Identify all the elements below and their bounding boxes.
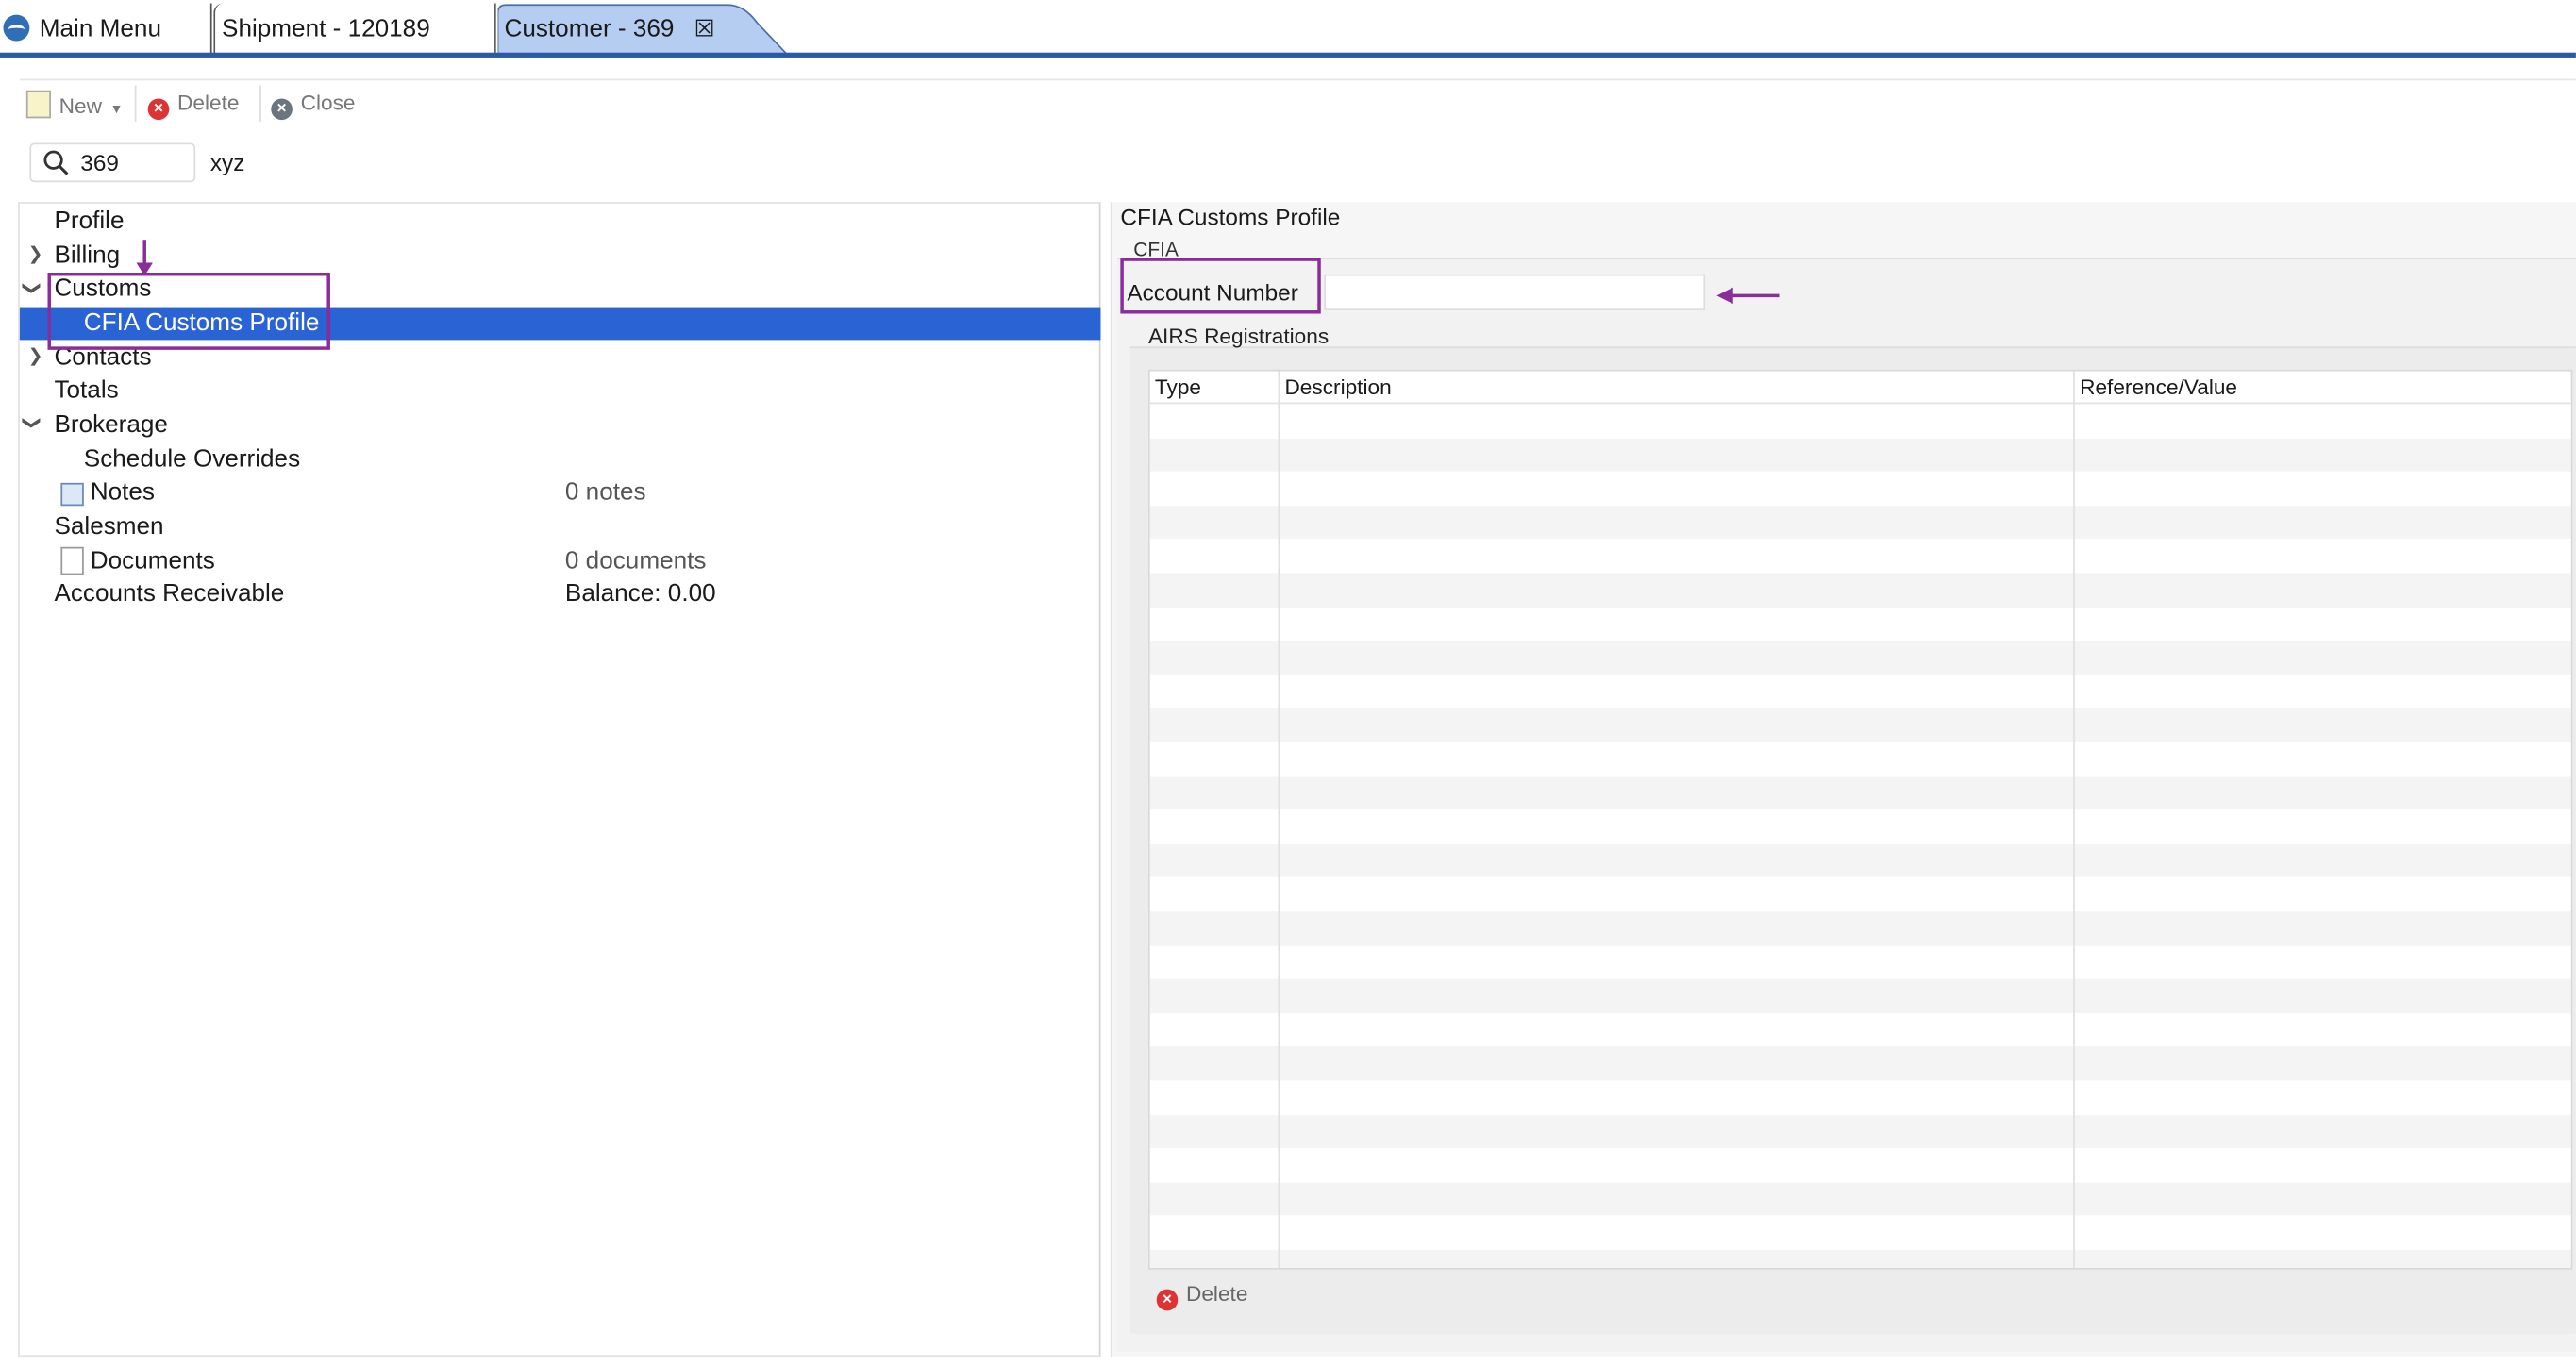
table-row[interactable] xyxy=(1149,607,2571,642)
toolbar-separator xyxy=(134,85,137,122)
tab-label: Main Menu xyxy=(39,14,161,43)
toolbar xyxy=(19,78,2576,126)
table-row[interactable] xyxy=(1149,1148,2571,1183)
delete-button[interactable]: × Delete xyxy=(147,90,240,121)
table-row[interactable] xyxy=(1149,843,2571,879)
table-row[interactable] xyxy=(1149,978,2571,1014)
table-row[interactable] xyxy=(1149,1249,2571,1269)
table-row[interactable] xyxy=(1149,471,2571,507)
notes-icon xyxy=(60,482,84,507)
column-header-type[interactable]: Type xyxy=(1149,371,1280,405)
airs-registrations-table[interactable]: Type Description Reference/Value xyxy=(1147,369,2573,1270)
documents-count: 0 documents xyxy=(564,546,707,575)
column-header-description[interactable]: Description xyxy=(1280,371,2075,405)
tree-item-documents[interactable]: Documents xyxy=(91,545,215,578)
table-row[interactable] xyxy=(1149,1012,2571,1048)
table-row[interactable] xyxy=(1149,945,2571,980)
notes-count: 0 notes xyxy=(564,477,646,507)
app-logo-icon xyxy=(3,14,30,42)
table-row[interactable] xyxy=(1149,641,2571,675)
table-row[interactable] xyxy=(1149,1046,2571,1082)
column-divider xyxy=(2073,371,2075,1269)
delete-icon: × xyxy=(147,98,170,121)
chevron-down-icon[interactable]: ❯ xyxy=(22,281,43,296)
ar-balance: Balance: 0.00 xyxy=(564,579,716,608)
tab-underline xyxy=(0,52,2576,58)
detail-title: CFIA Customs Profile xyxy=(1120,203,1341,230)
tree-item-brokerage[interactable]: Brokerage xyxy=(54,409,168,442)
table-row[interactable] xyxy=(1149,404,2571,439)
annotation-arrowhead xyxy=(136,262,153,276)
new-label: New xyxy=(59,93,102,119)
chevron-right-icon[interactable]: ❯ xyxy=(28,345,43,366)
chevron-right-icon[interactable]: ❯ xyxy=(28,243,43,264)
table-row[interactable] xyxy=(1149,573,2571,608)
tree-item-totals[interactable]: Totals xyxy=(54,375,118,408)
table-row[interactable] xyxy=(1149,741,2571,777)
search-icon xyxy=(43,150,69,175)
tab-shipment[interactable]: Shipment - 120189 xyxy=(213,3,496,55)
table-row[interactable] xyxy=(1149,809,2571,845)
annotation-arrowhead xyxy=(1716,287,1733,305)
annotation-arrow xyxy=(1731,293,1780,298)
tree-item-schedule-overrides[interactable]: Schedule Overrides xyxy=(84,443,300,476)
navigation-tree xyxy=(18,202,1101,1358)
document-icon xyxy=(60,546,84,575)
table-row[interactable] xyxy=(1149,911,2571,946)
column-header-reference-value[interactable]: Reference/Value xyxy=(2074,371,2571,405)
new-document-icon xyxy=(25,90,51,119)
close-label: Close xyxy=(300,90,356,115)
table-row[interactable] xyxy=(1149,708,2571,743)
toolbar-separator xyxy=(259,85,261,122)
tree-item-salesmen[interactable]: Salesmen xyxy=(54,510,163,543)
airs-delete-button[interactable]: × Delete xyxy=(1156,1280,1248,1311)
tree-item-billing[interactable]: Billing xyxy=(54,240,120,273)
tree-item-notes[interactable]: Notes xyxy=(91,476,155,509)
tab-customer[interactable]: Customer - 369 ☒ xyxy=(498,3,794,54)
table-row[interactable] xyxy=(1149,438,2571,473)
chevron-down-icon[interactable]: ❯ xyxy=(22,415,43,430)
airs-registrations-title: AIRS Registrations xyxy=(1147,323,1330,349)
annotation-box xyxy=(47,273,330,350)
tab-main-menu[interactable]: Main Menu xyxy=(0,3,212,55)
account-number-field[interactable] xyxy=(1324,274,1706,311)
table-row[interactable] xyxy=(1149,775,2571,811)
tab-label: Customer - 369 xyxy=(504,14,675,43)
dropdown-arrow-icon[interactable]: ▼ xyxy=(110,102,124,117)
column-divider xyxy=(1278,371,1280,1269)
tab-label: Shipment - 120189 xyxy=(222,14,430,43)
delete-icon: × xyxy=(1156,1289,1179,1311)
table-row[interactable] xyxy=(1149,505,2571,541)
table-row[interactable] xyxy=(1149,1114,2571,1149)
annotation-box xyxy=(1120,258,1321,314)
delete-label: Delete xyxy=(1186,1280,1248,1307)
table-row[interactable] xyxy=(1149,877,2571,912)
table-row[interactable] xyxy=(1149,539,2571,575)
table-row[interactable] xyxy=(1149,1216,2571,1251)
delete-label: Delete xyxy=(177,90,240,115)
tree-item-accounts-receivable[interactable]: Accounts Receivable xyxy=(54,578,284,611)
table-row[interactable] xyxy=(1149,1182,2571,1217)
table-row[interactable] xyxy=(1149,1080,2571,1116)
customer-name: xyz xyxy=(209,149,245,176)
close-icon: × xyxy=(271,98,293,121)
close-button[interactable]: × Close xyxy=(271,90,356,121)
close-tab-icon[interactable]: ☒ xyxy=(694,3,715,54)
tree-item-profile[interactable]: Profile xyxy=(54,206,124,239)
new-button[interactable]: New ▼ xyxy=(25,90,124,124)
search-value: 369 xyxy=(80,149,119,176)
table-row[interactable] xyxy=(1149,675,2571,709)
